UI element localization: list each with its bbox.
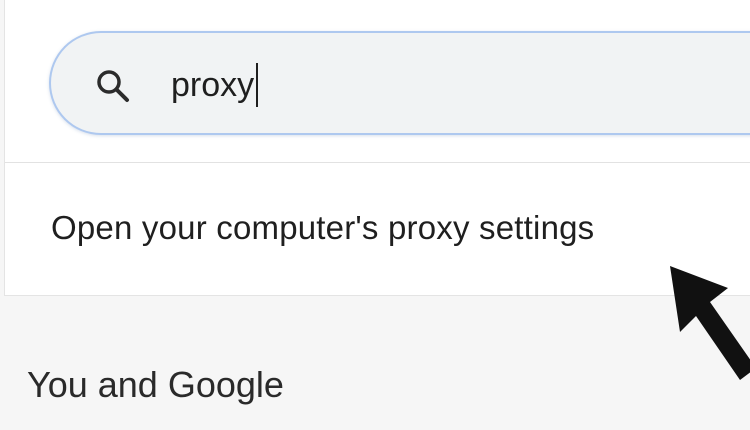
text-caret <box>256 63 259 107</box>
settings-page: proxy Open your computer's proxy setting… <box>0 0 750 430</box>
pointer-arrow-icon <box>670 266 750 380</box>
proxy-settings-row[interactable]: Open your computer's proxy settings <box>5 163 750 295</box>
proxy-settings-link[interactable]: Open your computer's proxy settings <box>51 209 594 247</box>
search-input[interactable]: proxy <box>171 59 259 111</box>
search-input-value: proxy <box>171 65 255 104</box>
search-bar[interactable]: proxy <box>49 31 750 135</box>
section-title-you-and-google: You and Google <box>27 364 284 405</box>
search-icon[interactable] <box>92 65 136 109</box>
settings-card: proxy Open your computer's proxy setting… <box>4 0 750 296</box>
